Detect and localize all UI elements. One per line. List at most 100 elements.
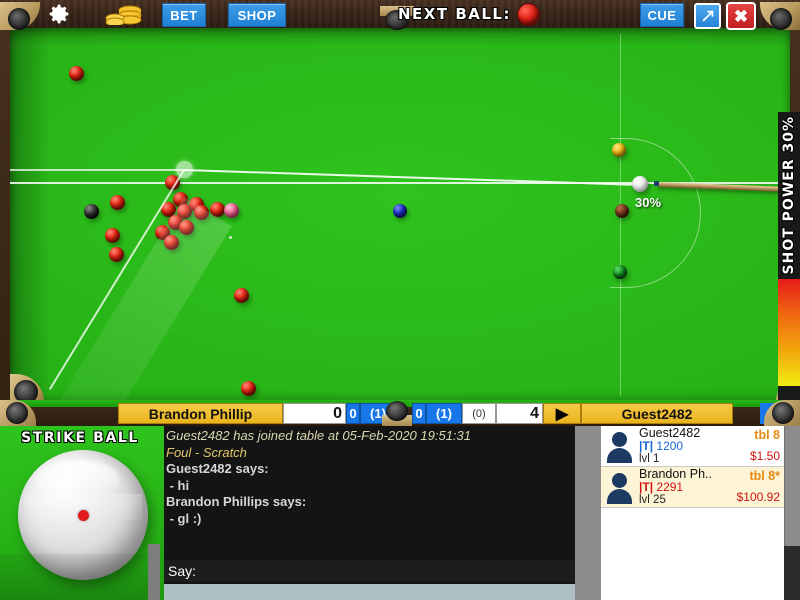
scoreboard-player-right-score: 4 <box>496 403 543 424</box>
chat-line: Brandon Phillips says: <box>166 494 307 509</box>
pocket-hole-icon <box>8 8 30 30</box>
chat-line: Guest2482 says: <box>166 461 269 476</box>
player-table-badge: tbl 8* <box>749 469 780 483</box>
ball-green[interactable] <box>613 265 627 279</box>
coins-icon[interactable] <box>104 4 148 27</box>
cue-ball[interactable] <box>632 176 648 192</box>
strike-ball-spin-marker[interactable] <box>78 510 89 521</box>
strike-ball-title: STRIKE BALL <box>21 430 139 446</box>
pocket-hole-icon <box>386 401 408 421</box>
chat-say-row[interactable]: Say: <box>164 560 575 582</box>
player-rating-value: 2291 <box>656 480 684 494</box>
player-rating-value: 1200 <box>656 439 684 453</box>
close-icon[interactable]: ✖ <box>726 2 756 30</box>
chat-panel: Guest2482 has joined table at 05-Feb-202… <box>160 426 601 600</box>
avatar <box>603 427 637 465</box>
ball-red[interactable] <box>233 287 249 303</box>
ball-yellow[interactable] <box>612 143 626 157</box>
pocket-hole-icon <box>770 8 792 30</box>
panel-divider <box>575 426 601 600</box>
scoreboard-right-extra: (0) <box>462 403 496 424</box>
pocket-scoreboard-middle <box>382 400 412 426</box>
players-list: Guest2482 |T| 1200 lvl 1 tbl 8 $1.50 Brandon … <box>601 426 784 600</box>
player-rating-tag: |T| <box>639 480 657 494</box>
chat-line: - hi <box>166 477 190 493</box>
gear-icon[interactable] <box>48 3 70 25</box>
ghost-ball-marker <box>175 160 193 178</box>
ball-red[interactable] <box>108 246 124 262</box>
scoreboard: Brandon Phillip 0 0 (1) 0 (1) (0) 4 ▶ Gu… <box>0 400 800 426</box>
snooker-table[interactable]: 30% <box>0 24 800 406</box>
table-cloth[interactable]: 30% <box>10 28 800 406</box>
chat-bottom-strip <box>164 584 575 600</box>
pocket-scoreboard-right <box>764 400 800 426</box>
ball-red[interactable] <box>104 227 120 243</box>
cue-tip <box>654 181 659 186</box>
player-list-item[interactable]: Brandon Ph.. |T| 2291 lvl 25 tbl 8* $100.92 <box>601 467 784 508</box>
scoreboard-left-frames-small: 0 <box>346 403 360 424</box>
game-window: 30% SHOT POWER 30% BET SHOP NEXT BALL: C… <box>0 0 800 600</box>
players-rows: Guest2482 |T| 1200 lvl 1 tbl 8 $1.50 Brandon … <box>601 426 784 508</box>
pocket-scoreboard-left <box>0 400 36 426</box>
ball-red[interactable] <box>109 194 125 210</box>
players-panel-bottom-filler <box>784 546 800 600</box>
cloth-shadow-top <box>10 28 790 46</box>
ball-blue[interactable] <box>393 204 407 218</box>
player-level: lvl 25 <box>639 494 666 506</box>
turn-indicator-icon: ▶ <box>543 403 581 424</box>
pocket-hole-icon <box>772 402 794 424</box>
shop-button[interactable]: SHOP <box>228 3 286 27</box>
pocket-top-right <box>760 2 800 30</box>
aim-line-extension <box>10 169 184 171</box>
player-info: Brandon Ph.. |T| 2291 lvl 25 <box>637 468 722 506</box>
scoreboard-player-left-score: 0 <box>283 403 346 424</box>
chat-input[interactable] <box>198 560 575 582</box>
chat-line: - gl :) <box>166 510 202 526</box>
avatar <box>603 468 637 506</box>
player-balance: $1.50 <box>749 449 780 463</box>
strike-ball-panel[interactable]: STRIKE BALL <box>0 426 160 600</box>
ball-pink[interactable] <box>223 202 239 218</box>
player-rating: |T| 1200 <box>639 440 722 453</box>
chat-line: Guest2482 has joined table at 05-Feb-202… <box>166 428 472 443</box>
ball-red[interactable] <box>68 65 84 81</box>
player-balance: $100.92 <box>736 490 780 504</box>
ball-brown[interactable] <box>615 204 629 218</box>
strike-ball-shadow <box>0 554 160 600</box>
scoreboard-player-left-name: Brandon Phillip <box>118 403 283 424</box>
ball-black[interactable] <box>83 203 99 219</box>
next-ball-icon <box>516 2 540 26</box>
player-info: Guest2482 |T| 1200 lvl 1 <box>637 427 722 465</box>
player-table-badge: tbl 8 <box>754 428 780 442</box>
player-level: lvl 1 <box>639 453 660 465</box>
chat-log[interactable]: Guest2482 has joined table at 05-Feb-202… <box>166 428 571 550</box>
scoreboard-right-frames: (1) <box>426 403 462 424</box>
aim-power-label: 30% <box>635 195 662 210</box>
ball-red[interactable] <box>240 380 256 396</box>
player-meta: tbl 8 $1.50 <box>722 427 784 465</box>
expand-icon[interactable] <box>694 3 721 29</box>
top-toolbar: BET SHOP NEXT BALL: CUE ✖ <box>0 0 800 30</box>
shot-power-fill <box>778 279 800 386</box>
bottom-bar: STRIKE BALL Guest2482 has joined table a… <box>0 426 800 600</box>
players-empty-area <box>601 508 784 600</box>
avatar-body-icon <box>607 448 632 463</box>
shot-power-meter[interactable]: SHOT POWER 30% <box>778 112 800 406</box>
avatar-head-icon <box>612 473 627 488</box>
cue-button[interactable]: CUE <box>640 3 684 27</box>
strike-panel-gray-edge <box>148 544 160 600</box>
bet-button[interactable]: BET <box>162 3 206 27</box>
cloth-shadow-left <box>10 28 50 402</box>
chat-say-label: Say: <box>168 563 197 579</box>
player-rating: |T| 2291 <box>639 481 722 494</box>
avatar-head-icon <box>612 432 627 447</box>
player-list-item[interactable]: Guest2482 |T| 1200 lvl 1 tbl 8 $1.50 <box>601 426 784 467</box>
table-spot <box>229 236 232 239</box>
scoreboard-player-right-name: Guest2482 <box>581 403 733 424</box>
pocket-top-left <box>0 2 40 30</box>
next-ball-label: NEXT BALL: <box>398 5 511 23</box>
scoreboard-right-frames-small: 0 <box>412 403 426 424</box>
pocket-hole-icon <box>6 402 28 424</box>
player-meta: tbl 8* $100.92 <box>722 468 784 506</box>
aim-cone-shadow <box>50 197 232 406</box>
